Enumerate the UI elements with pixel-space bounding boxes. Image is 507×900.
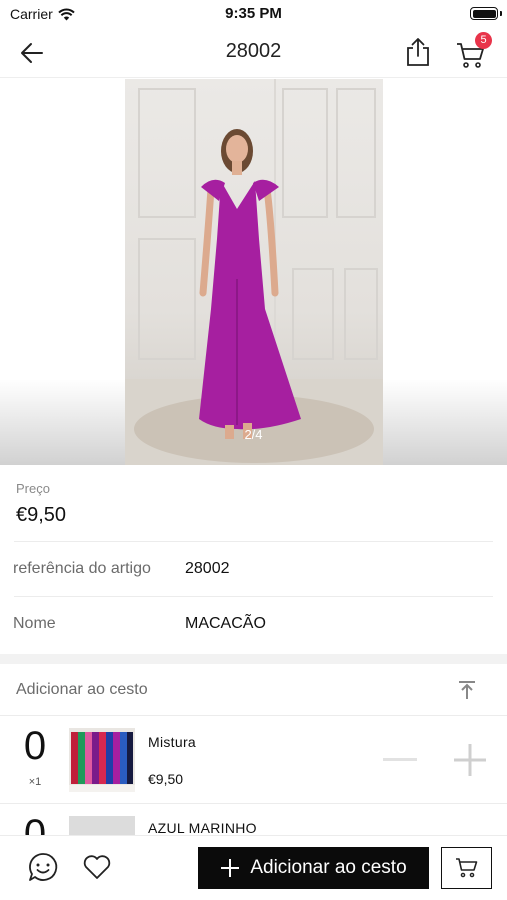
status-time: 9:35 PM — [225, 5, 282, 22]
reference-value: 28002 — [185, 560, 230, 577]
plus-icon — [221, 859, 240, 877]
add-to-cart-label: Adicionar ao cesto — [250, 857, 407, 878]
reference-row: referência do artigo 28002 — [0, 542, 507, 596]
minus-icon — [383, 758, 417, 761]
share-button[interactable] — [402, 34, 434, 70]
variant-price: €9,50 — [148, 771, 184, 787]
battery-tip — [500, 11, 502, 16]
price-block: Preço €9,50 — [0, 465, 507, 541]
increase-quantity-button[interactable] — [452, 742, 488, 778]
decrease-quantity-button[interactable] — [382, 746, 418, 774]
gallery-shade-right — [383, 379, 507, 465]
gallery-page-indicator: 2/4 — [244, 427, 263, 442]
name-row: Nome MACACÃO — [0, 597, 507, 651]
arrow-to-top-icon — [459, 681, 475, 699]
share-icon — [407, 38, 429, 66]
product-photo — [125, 79, 383, 465]
chat-icon — [29, 853, 58, 881]
variant-name: Mistura — [148, 734, 196, 750]
heart-icon — [83, 855, 111, 879]
favorite-button[interactable] — [81, 851, 113, 883]
battery-icon — [470, 7, 498, 20]
status-bar: Carrier 9:35 PM — [0, 0, 507, 28]
add-to-cart-section-label: Adicionar ao cesto — [16, 680, 148, 698]
navigation-bar: 28002 5 — [0, 28, 507, 78]
variant-multiplier: ×1 — [28, 776, 42, 788]
section-separator — [0, 654, 507, 664]
cart-button[interactable]: 5 — [455, 32, 492, 70]
cart-icon — [455, 858, 477, 878]
scroll-to-top-button[interactable] — [457, 680, 477, 700]
add-to-cart-section-header: Adicionar ao cesto — [0, 664, 507, 716]
product-info: Preço €9,50 referência do artigo 28002 N… — [0, 465, 507, 892]
cart-count-badge: 5 — [475, 32, 492, 49]
variant-quantity[interactable]: 0 — [14, 724, 56, 769]
plus-icon — [454, 744, 486, 776]
chat-button[interactable] — [27, 851, 59, 883]
product-photo-illustration — [125, 79, 383, 465]
gallery-shade-left — [0, 379, 125, 465]
add-to-cart-button[interactable]: Adicionar ao cesto — [198, 847, 429, 889]
price-label: Preço — [16, 481, 50, 496]
variant-row: 0 ×1 Mistura €9,50 — [0, 716, 507, 804]
name-label: Nome — [13, 615, 56, 632]
variant-thumbnail-image — [69, 728, 135, 792]
name-value: MACACÃO — [185, 615, 266, 632]
product-gallery[interactable]: 2/4 — [0, 79, 507, 465]
variant-name: AZUL MARINHO — [148, 820, 257, 836]
view-cart-button[interactable] — [441, 847, 492, 889]
variant-thumbnail[interactable] — [69, 728, 135, 792]
reference-label: referência do artigo — [13, 560, 151, 577]
price-value: €9,50 — [16, 504, 67, 526]
bottom-action-bar: Adicionar ao cesto — [0, 835, 507, 900]
